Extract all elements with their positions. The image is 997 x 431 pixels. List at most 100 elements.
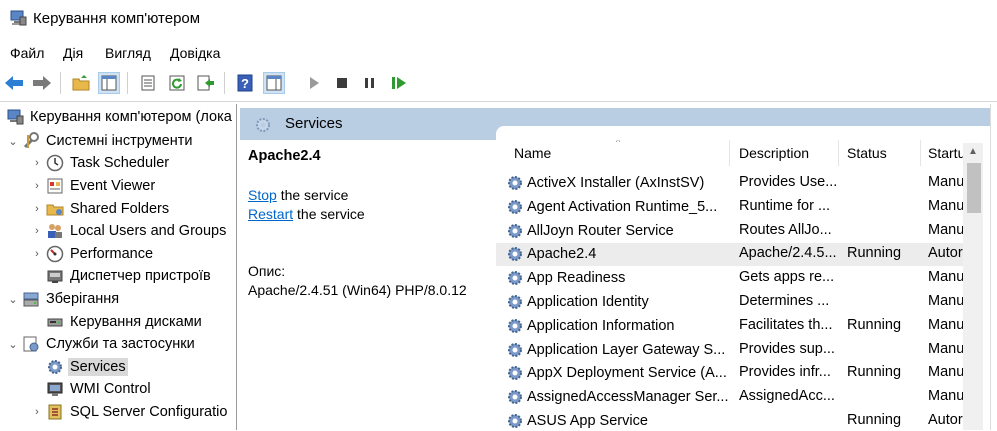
service-name: ActiveX Installer (AxInstSV) (527, 175, 705, 191)
scrollbar-thumb[interactable] (967, 163, 981, 213)
chevron-right-icon[interactable]: › (30, 406, 44, 418)
tree-item-disk-management[interactable]: Керування дисками (30, 311, 204, 333)
tree-item-services-apps[interactable]: ⌄ Служби та застосунки (6, 333, 197, 355)
help-icon[interactable]: ? (234, 72, 256, 94)
tree-item-shared-folders[interactable]: › Shared Folders (30, 198, 171, 220)
column-header-status[interactable]: Status (839, 140, 921, 166)
service-startup-type: Manu (928, 269, 965, 286)
tree-item-label: Зберігання (46, 291, 120, 307)
tree-item-label: Task Scheduler (70, 155, 170, 171)
service-startup-type: Manu (928, 340, 965, 357)
service-name: App Readiness (527, 270, 626, 287)
service-name: AppX Deployment Service (A... (527, 365, 727, 382)
tree-item-performance[interactable]: › Performance (30, 243, 155, 265)
window-right-edge (990, 104, 997, 430)
tree-item-system-tools[interactable]: ⌄ Системні інструменти (6, 130, 194, 152)
column-label: Name (514, 145, 552, 161)
service-row[interactable]: AppX Deployment Service (A... Provides in… (496, 362, 966, 385)
service-description: Provides infr... (739, 364, 831, 381)
up-folder-icon[interactable] (70, 72, 92, 94)
vertical-scrollbar[interactable]: ▲ (963, 143, 983, 430)
menu-view[interactable]: Вигляд (105, 45, 151, 61)
tree-item-sql-server-config[interactable]: › SQL Server Configuratio (30, 401, 229, 423)
service-row[interactable]: AssignedAccessManager Ser... AssignedAcc.… (496, 386, 966, 409)
tree-item-computer-management[interactable]: Керування комп'ютером (лока (4, 106, 234, 128)
menu-bar: Файл Дія Вигляд Довідка (0, 42, 997, 66)
service-startup-type: Manu (928, 221, 965, 238)
restart-service-icon[interactable] (388, 72, 410, 94)
service-name-cell: App Readiness (506, 269, 728, 287)
sql-icon (46, 403, 64, 421)
service-name-cell: AllJoyn Router Service (506, 222, 728, 240)
service-gear-icon (506, 222, 524, 240)
refresh-icon[interactable] (166, 72, 188, 94)
tree-item-event-viewer[interactable]: › Event Viewer (30, 175, 157, 197)
device-manager-icon (46, 267, 64, 285)
tree-item-local-users-groups[interactable]: › Local Users and Groups (30, 220, 228, 242)
service-row[interactable]: App Readiness Gets apps re... Manu (496, 267, 966, 290)
service-name-cell: Apache2.4 (506, 245, 728, 263)
service-row[interactable]: Application Layer Gateway S... Provides s… (496, 339, 966, 362)
toolbar-separator (60, 72, 61, 94)
tree-item-label: SQL Server Configuratio (70, 404, 228, 420)
pause-service-icon[interactable] (359, 72, 381, 94)
properties-icon[interactable] (137, 72, 159, 94)
service-description-panel: Apache2.4 Stop the service Restart the s… (240, 140, 494, 430)
action-pane-icon[interactable] (263, 72, 285, 94)
service-status: Running (847, 245, 902, 262)
column-header-name[interactable]: ^ Name (496, 140, 730, 166)
tree-item-task-scheduler[interactable]: › Task Scheduler (30, 152, 171, 174)
service-gear-icon (506, 269, 524, 287)
tree-item-storage[interactable]: ⌄ Зберігання (6, 288, 121, 310)
service-description: Routes AllJo... (739, 221, 832, 238)
service-row[interactable]: Application Information Facilitates th...… (496, 315, 966, 338)
scroll-up-icon[interactable]: ▲ (968, 146, 978, 157)
chevron-right-icon[interactable]: › (30, 180, 44, 192)
show-hide-tree-icon[interactable] (98, 72, 120, 94)
menu-help[interactable]: Довідка (170, 45, 220, 61)
computer-management-icon (9, 9, 27, 27)
service-row[interactable]: ASUS App Service Running Autor (496, 410, 966, 430)
tree-item-label: Event Viewer (70, 178, 156, 194)
menu-file[interactable]: Файл (10, 45, 44, 61)
service-gear-icon (506, 293, 524, 311)
service-row[interactable]: Apache2.4 Apache/2.4.5... Running Autor (496, 243, 966, 267)
event-viewer-icon (46, 177, 64, 195)
restart-service-link[interactable]: Restart (248, 206, 293, 222)
tree-item-services[interactable]: Services (30, 356, 128, 378)
service-row[interactable]: Application Identity Determines ... Manu (496, 291, 966, 314)
pane-header: Services (240, 108, 997, 140)
back-arrow-icon[interactable] (3, 72, 25, 94)
toolbar-separator (224, 72, 225, 94)
service-name: AllJoyn Router Service (527, 222, 674, 239)
chevron-right-icon[interactable]: › (30, 225, 44, 237)
chevron-down-icon[interactable]: ⌄ (6, 293, 20, 306)
forward-arrow-icon[interactable] (31, 72, 53, 94)
start-service-icon[interactable] (303, 72, 325, 94)
menu-action[interactable]: Дія (63, 45, 83, 61)
service-name-cell: ASUS App Service (506, 412, 728, 430)
tree-item-label: Performance (70, 246, 154, 262)
stop-service-icon[interactable] (331, 72, 353, 94)
service-startup-type: Autor (928, 412, 963, 428)
chevron-right-icon[interactable]: › (30, 248, 44, 260)
export-list-icon[interactable] (195, 72, 217, 94)
chevron-down-icon[interactable]: ⌄ (6, 338, 20, 351)
tree-item-device-manager[interactable]: Диспетчер пристроїв (30, 265, 213, 287)
chevron-right-icon[interactable]: › (30, 203, 44, 215)
tree-item-label: Shared Folders (70, 201, 170, 217)
pane-title: Services (285, 115, 343, 132)
service-status: Running (847, 364, 902, 381)
stop-service-link[interactable]: Stop (248, 187, 277, 203)
service-row[interactable]: ActiveX Installer (AxInstSV) Provides Use… (496, 172, 966, 195)
tree-item-wmi-control[interactable]: WMI Control (30, 378, 153, 400)
service-status: Running (847, 316, 902, 333)
column-header-description[interactable]: Description (730, 140, 839, 166)
service-row[interactable]: Agent Activation Runtime_5... Runtime for… (496, 196, 966, 219)
service-name-cell: Application Layer Gateway S... (506, 341, 728, 359)
chevron-down-icon[interactable]: ⌄ (6, 135, 20, 148)
chevron-right-icon[interactable]: › (30, 157, 44, 169)
service-gear-icon (506, 174, 524, 192)
service-name-cell: Application Information (506, 317, 728, 335)
service-row[interactable]: AllJoyn Router Service Routes AllJo... Man… (496, 220, 966, 243)
